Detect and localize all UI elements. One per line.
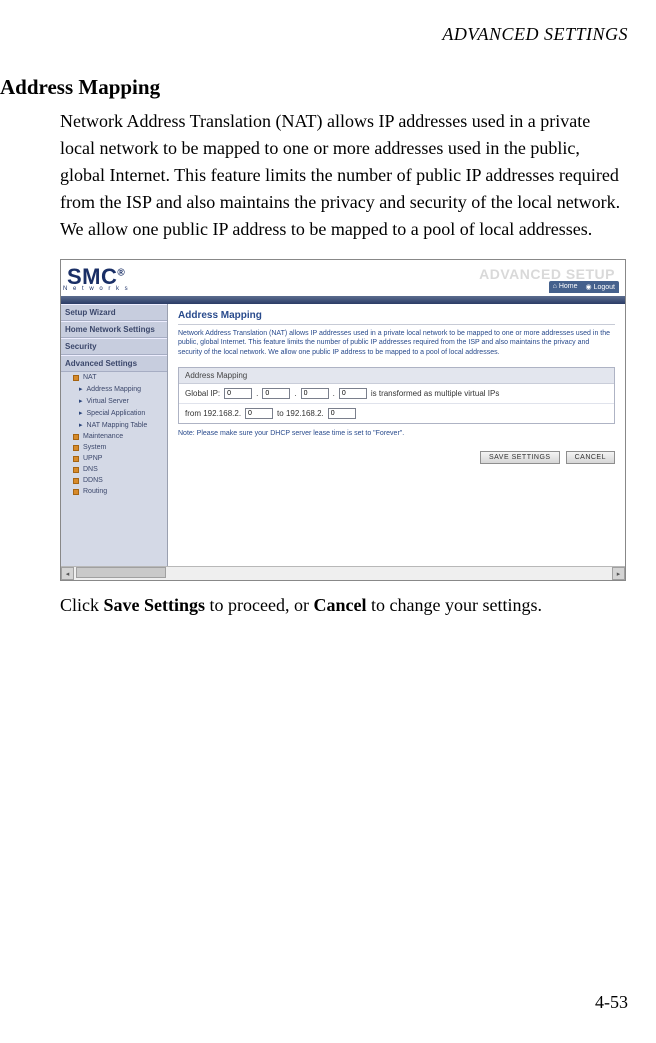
global-ip-d-input[interactable] — [339, 388, 367, 399]
page-header: ADVANCED SETTINGS — [0, 24, 628, 45]
global-ip-c-input[interactable] — [301, 388, 329, 399]
scroll-track[interactable] — [74, 567, 612, 580]
global-ip-tail: is transformed as multiple virtual IPs — [371, 389, 500, 398]
closing-instruction: Click Save Settings to proceed, or Cance… — [60, 595, 628, 616]
page-number: 4-53 — [595, 992, 628, 1013]
range-row: from 192.168.2. to 192.168.2. — [179, 404, 614, 423]
scroll-left-button[interactable]: ◂ — [61, 567, 74, 580]
bullet-icon — [73, 489, 79, 495]
bullet-icon — [73, 434, 79, 440]
sidebar-nat-mapping-table[interactable]: ▸NAT Mapping Table — [61, 419, 167, 431]
bullet-icon — [73, 445, 79, 451]
sidebar-virtual-server[interactable]: ▸Virtual Server — [61, 395, 167, 407]
sidebar-special-app[interactable]: ▸Special Application — [61, 407, 167, 419]
home-icon[interactable]: ⌂ Home — [553, 283, 578, 291]
section-title: Address Mapping — [0, 75, 636, 100]
sidebar-advanced[interactable]: Advanced Settings — [61, 355, 167, 372]
banner-title: ADVANCED SETUP — [479, 266, 615, 282]
address-mapping-box: Address Mapping Global IP: . . . is tran… — [178, 367, 615, 424]
global-ip-b-input[interactable] — [262, 388, 290, 399]
section-paragraph: Network Address Translation (NAT) allows… — [60, 108, 628, 243]
arrow-icon: ▸ — [79, 421, 83, 429]
logout-link[interactable]: ◉ Logout — [586, 283, 615, 291]
logo-bar: SMC® N e t w o r k s ADVANCED SETUP — [61, 260, 625, 296]
sidebar-nat[interactable]: NAT — [61, 372, 167, 383]
sidebar-system[interactable]: System — [61, 442, 167, 453]
arrow-icon: ▸ — [79, 385, 83, 393]
sidebar-setup-wizard[interactable]: Setup Wizard — [61, 304, 167, 321]
cancel-button[interactable]: CANCEL — [566, 451, 615, 464]
global-ip-label: Global IP: — [185, 389, 220, 398]
arrow-icon: ▸ — [79, 397, 83, 405]
sidebar-home-network[interactable]: Home Network Settings — [61, 321, 167, 338]
box-heading: Address Mapping — [179, 368, 614, 384]
header-bar: ⌂ Home ◉ Logout — [61, 296, 625, 304]
content-description: Network Address Translation (NAT) allows… — [178, 329, 615, 357]
bullet-icon — [73, 478, 79, 484]
bullet-icon — [73, 467, 79, 473]
dhcp-note: Note: Please make sure your DHCP server … — [178, 430, 615, 437]
save-settings-button[interactable]: SAVE SETTINGS — [480, 451, 560, 464]
router-ui-screenshot: SMC® N e t w o r k s ADVANCED SETUP ⌂ Ho… — [60, 259, 626, 581]
scroll-thumb[interactable] — [76, 567, 166, 578]
sidebar-address-mapping[interactable]: ▸Address Mapping — [61, 383, 167, 395]
content-title: Address Mapping — [178, 310, 615, 325]
scroll-right-button[interactable]: ▸ — [612, 567, 625, 580]
brand-subtext: N e t w o r k s — [63, 286, 130, 292]
from-label: from 192.168.2. — [185, 409, 241, 418]
sidebar-upnp[interactable]: UPNP — [61, 453, 167, 464]
arrow-icon: ▸ — [79, 409, 83, 417]
sidebar: Setup Wizard Home Network Settings Secur… — [61, 304, 168, 566]
to-label: to 192.168.2. — [277, 409, 324, 418]
sidebar-security[interactable]: Security — [61, 338, 167, 355]
top-nav: ⌂ Home ◉ Logout — [549, 281, 619, 293]
to-input[interactable] — [328, 408, 356, 419]
bullet-icon — [73, 375, 79, 381]
from-input[interactable] — [245, 408, 273, 419]
bullet-icon — [73, 456, 79, 462]
sidebar-maintenance[interactable]: Maintenance — [61, 431, 167, 442]
global-ip-a-input[interactable] — [224, 388, 252, 399]
content-pane: Address Mapping Network Address Translat… — [168, 304, 625, 566]
global-ip-row: Global IP: . . . is transformed as multi… — [179, 384, 614, 404]
sidebar-routing[interactable]: Routing — [61, 486, 167, 497]
sidebar-ddns[interactable]: DDNS — [61, 475, 167, 486]
horizontal-scrollbar[interactable]: ◂ ▸ — [61, 566, 625, 580]
sidebar-dns[interactable]: DNS — [61, 464, 167, 475]
